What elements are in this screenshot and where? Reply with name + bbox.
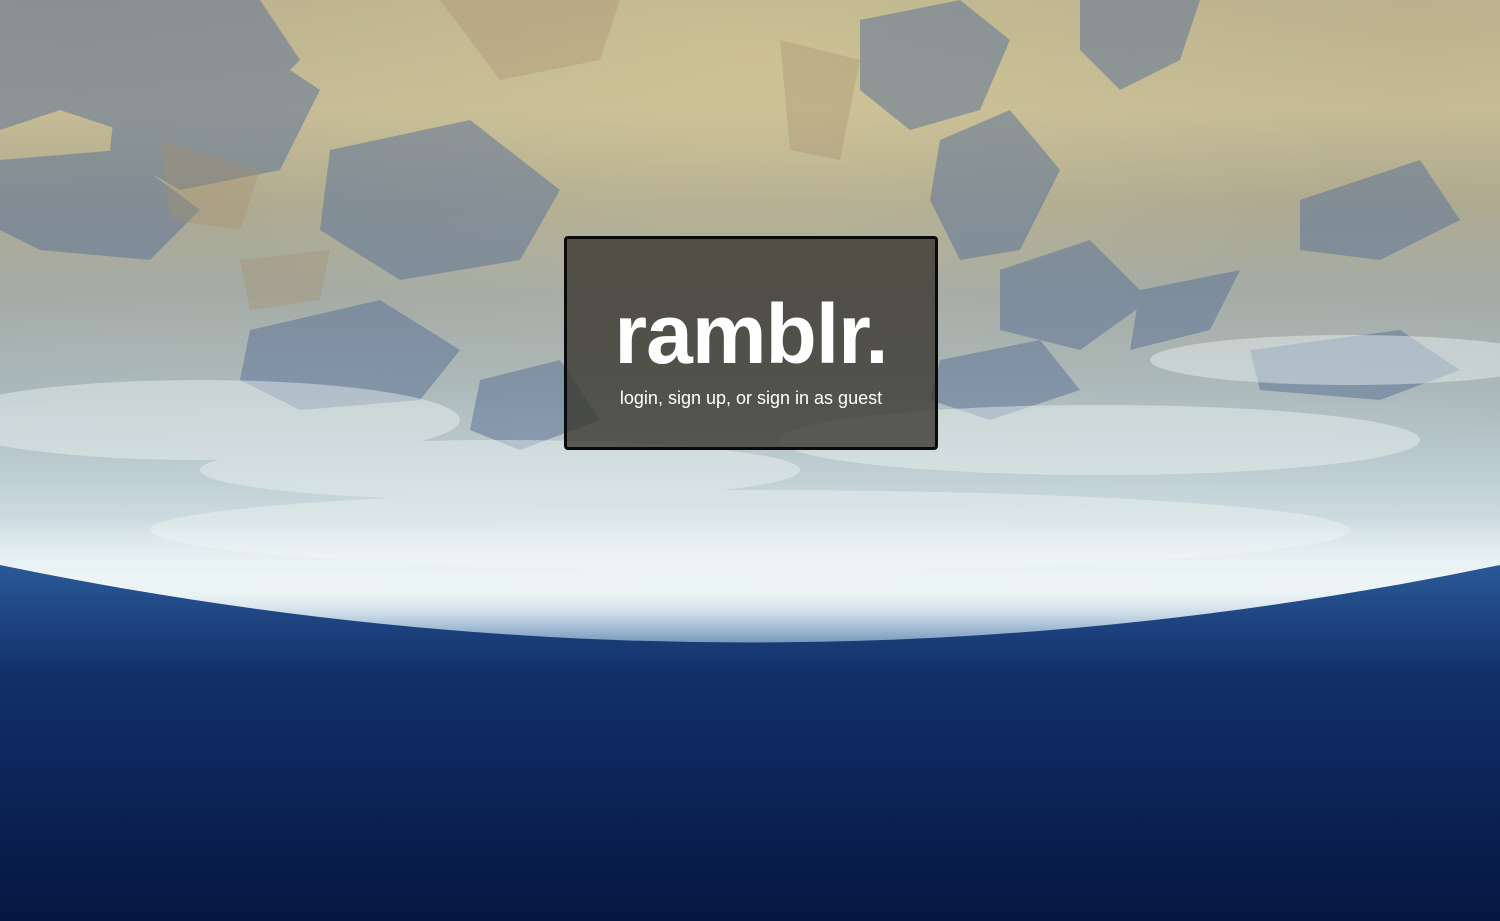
login-link[interactable]: login bbox=[620, 388, 658, 408]
auth-separator-1: , bbox=[657, 388, 668, 408]
earth-horizon-image bbox=[0, 0, 1500, 921]
auth-options: login, sign up, or sign in as guest bbox=[567, 387, 935, 409]
background-earth-photo: ramblr. login, sign up, or sign in as gu… bbox=[0, 0, 1500, 921]
auth-separator-2: , or bbox=[726, 388, 758, 408]
signup-link[interactable]: sign up bbox=[668, 388, 726, 408]
login-card: ramblr. login, sign up, or sign in as gu… bbox=[564, 236, 938, 450]
guest-signin-link[interactable]: sign in as guest bbox=[757, 388, 882, 408]
brand-logo-title: ramblr. bbox=[614, 287, 888, 381]
